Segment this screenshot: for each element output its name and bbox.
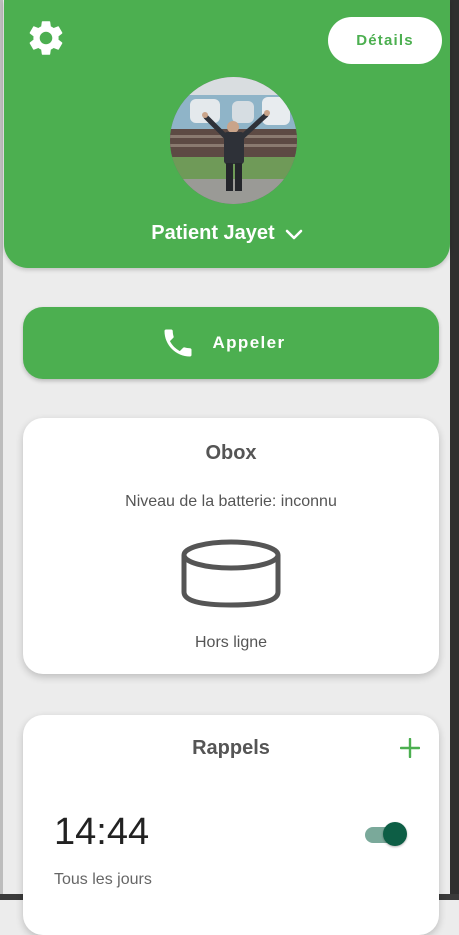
reminders-card: Rappels 14:44 Tous les jours (23, 715, 439, 935)
toggle-thumb (383, 822, 407, 846)
battery-level-text: Niveau de la batterie: inconnu (125, 493, 337, 510)
screen-edge-left (0, 0, 3, 900)
patient-avatar[interactable] (170, 77, 297, 204)
plus-icon (400, 738, 420, 758)
avatar-photo (170, 77, 297, 204)
add-reminder-button[interactable] (397, 735, 423, 761)
obox-card: Obox Niveau de la batterie: inconnu Hors… (23, 418, 439, 674)
details-button[interactable]: Détails (328, 17, 442, 64)
patient-header: Détails Patient Jayet (4, 0, 450, 268)
reminder-time[interactable]: 14:44 (54, 811, 149, 854)
settings-button[interactable] (24, 16, 68, 60)
phone-icon (160, 325, 196, 361)
obox-device-icon (181, 539, 281, 608)
patient-name-label: Patient Jayet (151, 221, 275, 244)
reminder-toggle[interactable] (363, 820, 407, 848)
chevron-down-icon (285, 229, 303, 241)
call-button-label: Appeler (212, 333, 286, 352)
patient-selector[interactable]: Patient Jayet (4, 218, 450, 248)
obox-title: Obox (205, 442, 257, 464)
connection-status: Hors ligne (194, 634, 268, 651)
screen-edge-right (450, 0, 459, 900)
gear-icon (29, 21, 63, 55)
call-button[interactable]: Appeler (23, 307, 439, 379)
reminder-recurrence: Tous les jours (54, 871, 152, 888)
reminders-title: Rappels (192, 737, 270, 759)
